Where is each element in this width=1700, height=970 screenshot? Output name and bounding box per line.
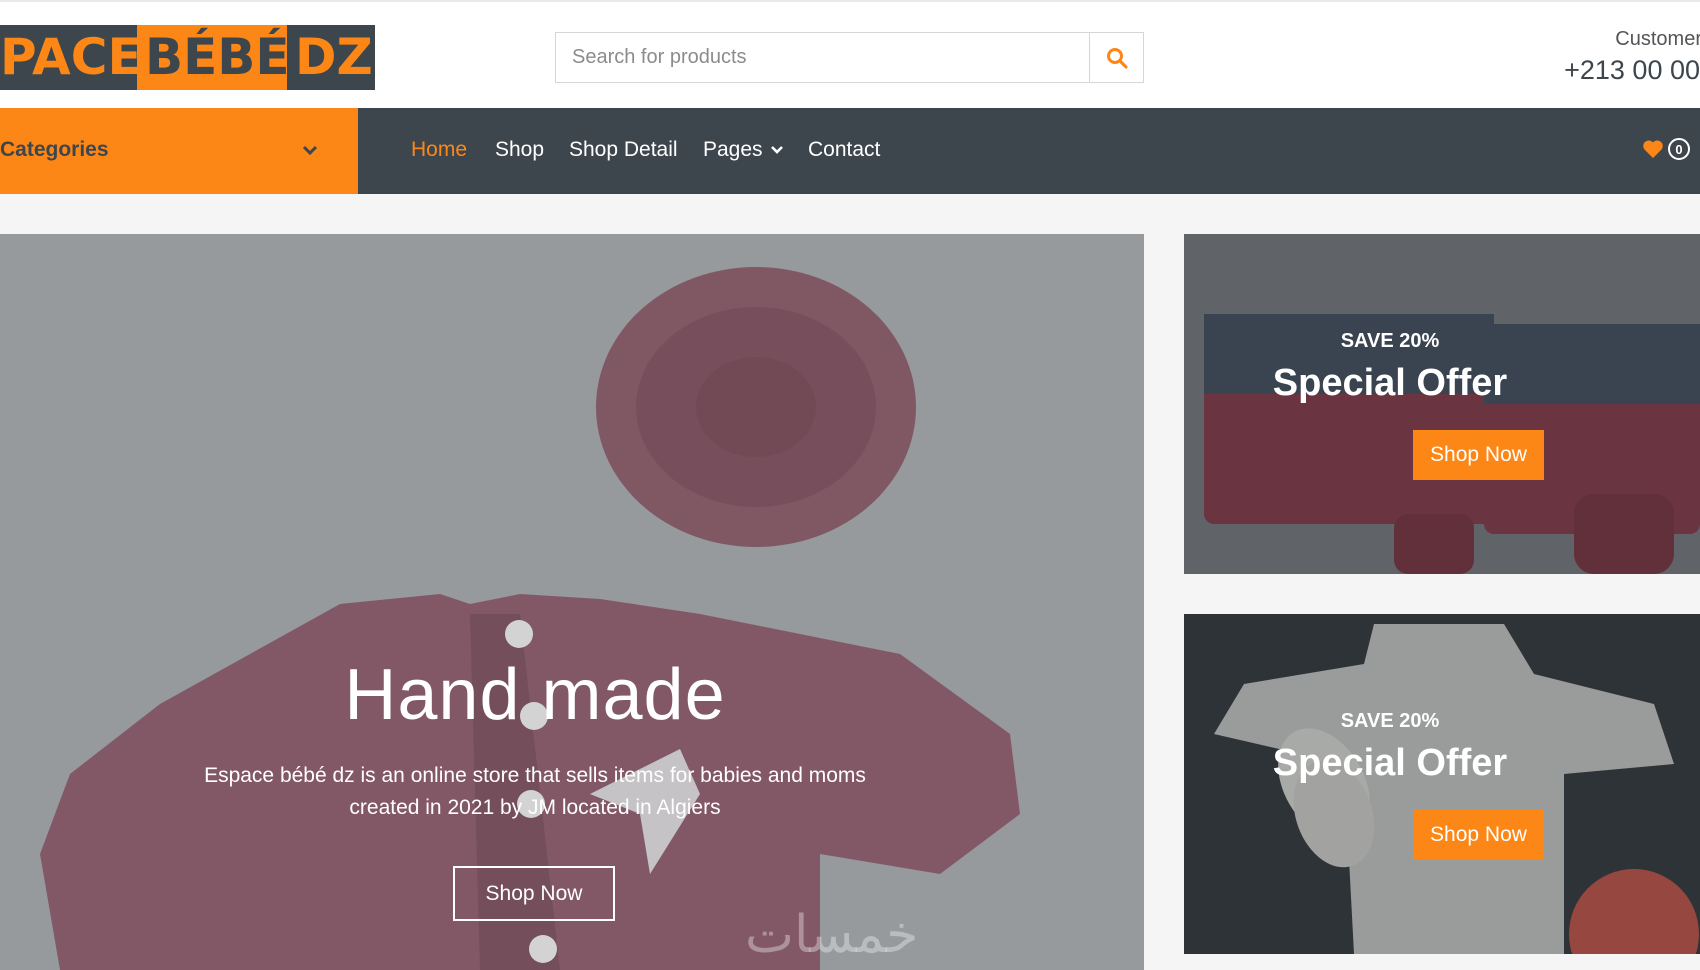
search-button[interactable] xyxy=(1089,33,1143,82)
hero-image xyxy=(0,234,1144,970)
search-icon xyxy=(1106,47,1128,69)
customer-label: Customer xyxy=(1615,28,1700,50)
search-input[interactable] xyxy=(556,33,1090,82)
hero-title: Hand made xyxy=(344,655,726,735)
offer-card-2: SAVE 20% Special Offer Shop Now xyxy=(1184,614,1700,954)
site-logo[interactable]: PACE BÉBÉ DZ xyxy=(0,25,375,90)
logo-part2: BÉBÉ xyxy=(137,25,290,90)
wishlist-button[interactable]: 0 xyxy=(1642,138,1700,160)
nav-shop[interactable]: Shop xyxy=(495,138,544,162)
offer-1-shop-now-button[interactable]: Shop Now xyxy=(1413,430,1544,480)
customer-service: Customer +213 00 00 xyxy=(1564,28,1700,86)
hero-carousel: Hand made Espace bébé dz is an online st… xyxy=(0,234,1144,970)
offer-2-discount: SAVE 20% xyxy=(1340,710,1440,732)
logo-part3: DZ xyxy=(287,25,375,90)
main-nav: Home Shop Shop Detail Pages Contact 0 xyxy=(358,108,1700,194)
wishlist-count: 0 xyxy=(1668,138,1690,160)
chevron-down-icon xyxy=(771,146,784,155)
categories-dropdown[interactable]: Categories xyxy=(0,108,358,194)
search-bar xyxy=(555,32,1144,83)
offer-1-discount: SAVE 20% xyxy=(1340,330,1440,352)
header: PACE BÉBÉ DZ Customer +213 00 00 xyxy=(0,0,1700,108)
nav-home[interactable]: Home xyxy=(411,138,467,162)
nav-pages-label: Pages xyxy=(703,138,763,161)
offer-card-1: SAVE 20% Special Offer Shop Now xyxy=(1184,234,1700,574)
heart-icon xyxy=(1643,140,1663,158)
nav-shop-detail[interactable]: Shop Detail xyxy=(569,138,678,162)
categories-label: Categories xyxy=(0,138,109,161)
logo-part1: PACE xyxy=(0,25,137,90)
hero-shop-now-button[interactable]: Shop Now xyxy=(453,866,615,921)
customer-phone: +213 00 00 xyxy=(1564,55,1700,85)
offer-1-title: Special Offer xyxy=(1272,362,1508,404)
nav-contact[interactable]: Contact xyxy=(808,138,880,162)
chevron-down-icon xyxy=(302,145,318,156)
hero-description: Espace bébé dz is an online store that s… xyxy=(204,764,866,819)
offer-2-title: Special Offer xyxy=(1272,742,1508,784)
nav-pages[interactable]: Pages xyxy=(703,138,784,162)
watermark: خمسات xyxy=(745,905,919,965)
offer-2-shop-now-button[interactable]: Shop Now xyxy=(1413,810,1544,860)
